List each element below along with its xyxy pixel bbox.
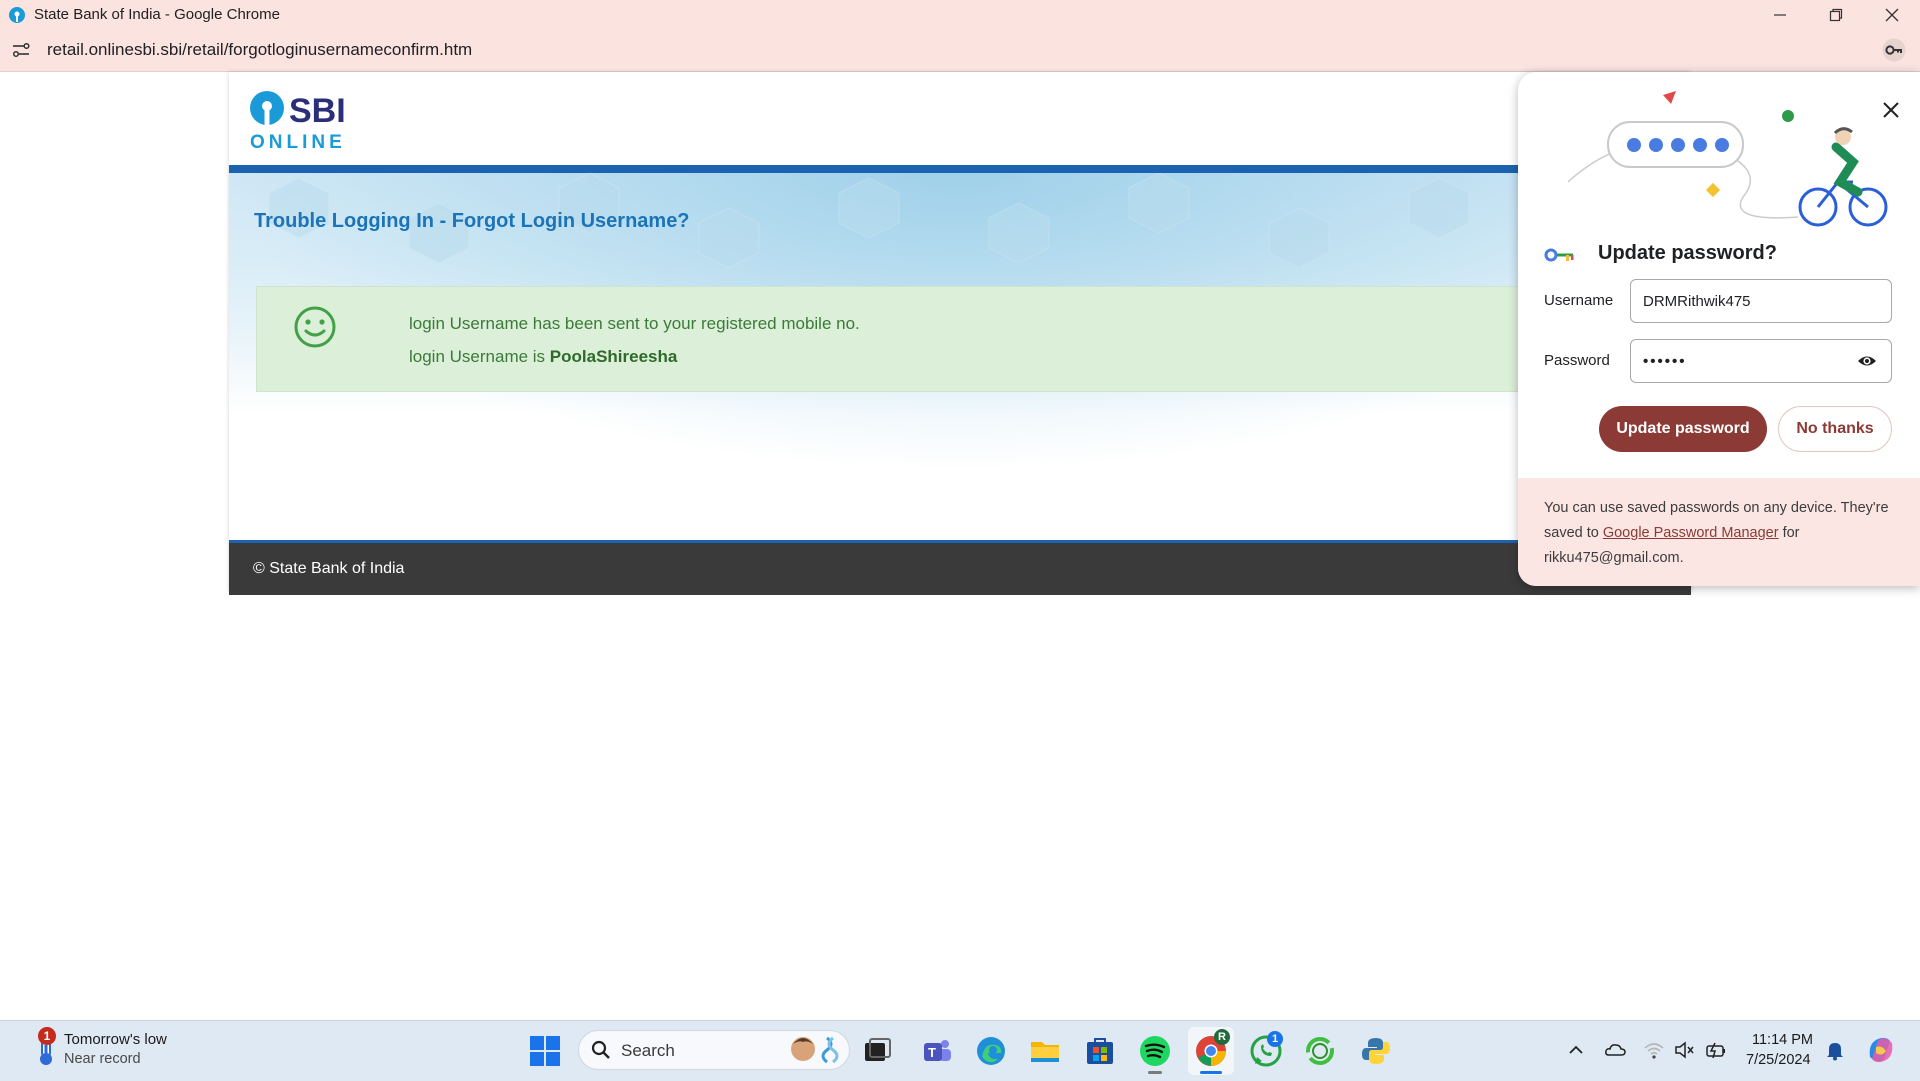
username-prefix-text: login Username is xyxy=(409,347,550,366)
logo-online-text: ONLINE xyxy=(250,132,346,151)
window-controls xyxy=(1752,0,1920,29)
clock-date[interactable]: 7/25/2024 xyxy=(1746,1052,1811,1068)
sbi-favicon-icon xyxy=(9,6,25,23)
header-divider xyxy=(229,165,1691,173)
sync-app-icon[interactable] xyxy=(1303,1034,1337,1068)
message-sent-text: login Username has been sent to your reg… xyxy=(409,314,860,333)
chrome-profile-badge: R xyxy=(1214,1029,1230,1045)
copilot-icon[interactable] xyxy=(1864,1033,1898,1067)
windows-taskbar: 1 Tomorrow's low Near record Search T R … xyxy=(0,1020,1920,1081)
password-key-icon xyxy=(1544,248,1574,262)
copyright-text: © State Bank of India xyxy=(253,560,405,577)
update-password-dialog: Update password? Username DRMRithwik475 … xyxy=(1518,72,1920,586)
hex-pattern xyxy=(268,173,1610,269)
url-text[interactable]: retail.onlinesbi.sbi/retail/forgotloginu… xyxy=(47,40,472,60)
restore-button[interactable] xyxy=(1808,0,1864,29)
site-info-icon[interactable] xyxy=(11,40,31,60)
username-label: Username xyxy=(1544,292,1614,309)
onedrive-cloud-icon[interactable] xyxy=(1604,1039,1626,1061)
python-icon[interactable] xyxy=(1359,1034,1393,1068)
address-bar: retail.onlinesbi.sbi/retail/forgotloginu… xyxy=(0,29,1920,72)
username-field-value: DRMRithwik475 xyxy=(1643,292,1751,310)
smiley-icon xyxy=(294,306,336,348)
update-password-button[interactable]: Update password xyxy=(1599,406,1767,452)
sbi-online-logo: SBI ONLINE xyxy=(250,91,346,151)
minimize-icon xyxy=(1774,13,1786,16)
weather-badge: 1 xyxy=(38,1027,56,1045)
password-field[interactable]: •••••• xyxy=(1630,339,1892,383)
minimize-button[interactable] xyxy=(1752,0,1808,29)
show-hidden-icons-chevron-icon[interactable] xyxy=(1565,1039,1587,1061)
dialog-footer: You can use saved passwords on any devic… xyxy=(1518,478,1920,586)
username-message: login Username is PoolaShireesha xyxy=(409,347,677,367)
weather-subtitle: Near record xyxy=(64,1051,141,1067)
notification-bell-icon[interactable] xyxy=(1824,1039,1846,1061)
success-message-box: login Username has been sent to your reg… xyxy=(256,286,1558,392)
weather-title[interactable]: Tomorrow's low xyxy=(64,1031,167,1048)
volume-muted-icon[interactable] xyxy=(1673,1039,1695,1061)
password-illustration xyxy=(1568,91,1888,227)
restore-icon xyxy=(1829,8,1843,21)
no-thanks-button[interactable]: No thanks xyxy=(1778,406,1892,452)
window-titlebar: State Bank of India - Google Chrome xyxy=(0,0,1920,29)
spotify-running-indicator xyxy=(1148,1071,1162,1074)
dialog-title: Update password? xyxy=(1598,242,1777,264)
edge-icon[interactable] xyxy=(974,1034,1008,1068)
username-field[interactable]: DRMRithwik475 xyxy=(1630,279,1892,323)
page-heading: Trouble Logging In - Forgot Login Userna… xyxy=(254,210,690,232)
search-highlight-icon xyxy=(791,1036,839,1064)
chrome-active-indicator xyxy=(1200,1071,1222,1074)
sbi-page: SBI ONLINE Trouble Logging In - Forgot L… xyxy=(229,72,1691,595)
close-icon xyxy=(1885,8,1899,21)
spotify-icon[interactable] xyxy=(1138,1034,1172,1068)
microsoft-store-icon[interactable] xyxy=(1083,1034,1117,1068)
password-field-value: •••••• xyxy=(1643,352,1687,370)
windows-start-icon[interactable] xyxy=(528,1034,562,1068)
close-window-button[interactable] xyxy=(1864,0,1920,29)
battery-charging-icon[interactable] xyxy=(1705,1039,1727,1061)
wifi-icon[interactable] xyxy=(1643,1039,1665,1061)
logo-sbi-text: SBI xyxy=(289,92,346,130)
close-dialog-icon[interactable] xyxy=(1882,101,1900,119)
page-footer: © State Bank of India xyxy=(229,540,1691,595)
window-title: State Bank of India - Google Chrome xyxy=(34,6,280,23)
search-icon xyxy=(591,1040,610,1059)
password-label: Password xyxy=(1544,352,1610,369)
google-password-manager-link[interactable]: Google Password Manager xyxy=(1603,525,1779,541)
file-explorer-icon[interactable] xyxy=(1028,1034,1062,1068)
whatsapp-notification-badge: 1 xyxy=(1267,1031,1283,1047)
clock-time[interactable]: 11:14 PM xyxy=(1752,1032,1813,1048)
search-placeholder: Search xyxy=(621,1041,675,1060)
show-password-eye-icon[interactable] xyxy=(1857,352,1877,370)
task-view-icon[interactable] xyxy=(861,1034,895,1068)
teams-icon[interactable]: T xyxy=(920,1034,954,1068)
taskbar-search-box[interactable]: Search xyxy=(578,1030,850,1070)
recovered-username: PoolaShireesha xyxy=(549,347,678,366)
svg-text:T: T xyxy=(928,1045,936,1060)
password-key-icon[interactable] xyxy=(1882,38,1906,62)
